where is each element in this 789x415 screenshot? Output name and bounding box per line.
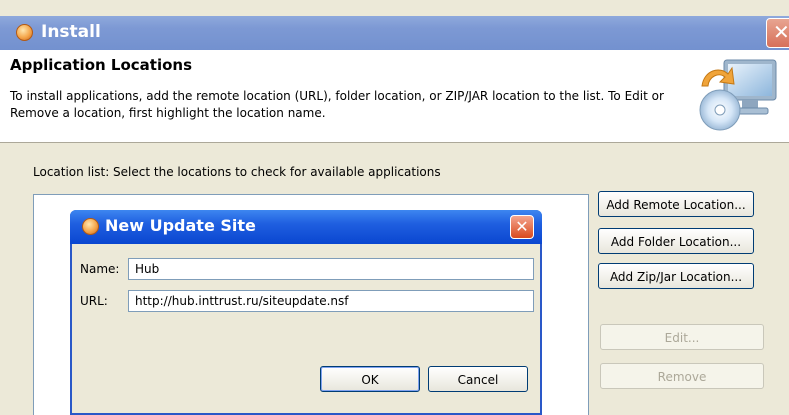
add-zip-jar-location-button[interactable]: Add Zip/Jar Location... <box>598 263 754 289</box>
url-label: URL: <box>80 294 108 308</box>
dialog-close-button[interactable]: ✕ <box>510 215 534 239</box>
window-titlebar[interactable]: Install ✕ <box>0 16 789 50</box>
add-remote-location-button[interactable]: Add Remote Location... <box>598 191 754 217</box>
new-update-site-dialog: New Update Site ✕ Name: URL: OK Cancel <box>70 210 542 415</box>
url-field[interactable] <box>128 290 534 312</box>
computer-cd-install-icon <box>699 59 777 131</box>
install-window: Install ✕ Application Locations To insta… <box>0 0 789 415</box>
page-description: To install applications, add the remote … <box>10 89 664 120</box>
dialog-titlebar[interactable]: New Update Site ✕ <box>70 210 542 244</box>
add-folder-location-button[interactable]: Add Folder Location... <box>598 228 754 254</box>
cancel-button[interactable]: Cancel <box>428 366 528 392</box>
header-panel: Application Locations To install applica… <box>0 50 789 143</box>
dialog-title: New Update Site <box>105 216 256 235</box>
app-flame-icon <box>16 24 33 41</box>
name-label: Name: <box>80 262 120 276</box>
name-field[interactable] <box>128 258 534 280</box>
edit-button[interactable]: Edit... <box>600 324 764 350</box>
window-title: Install <box>41 22 101 42</box>
remove-button[interactable]: Remove <box>600 363 764 389</box>
ok-button[interactable]: OK <box>320 366 420 392</box>
window-close-button[interactable]: ✕ <box>766 18 789 48</box>
app-flame-icon <box>82 218 99 235</box>
page-title: Application Locations <box>10 56 192 74</box>
location-list-label: Location list: Select the locations to c… <box>33 165 441 179</box>
